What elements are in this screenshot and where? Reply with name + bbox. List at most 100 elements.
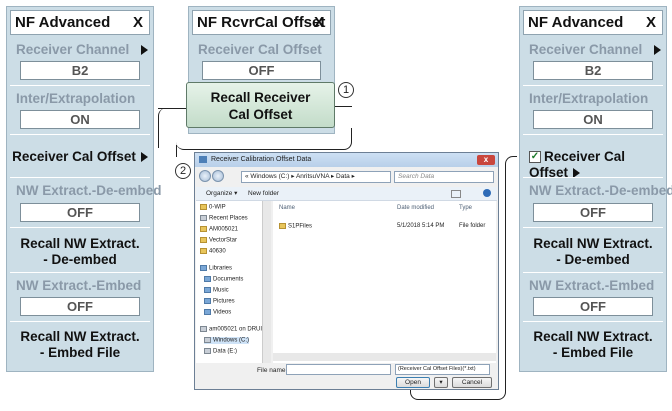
recall-receiver-line2: Cal Offset [228, 107, 293, 122]
left-inter-extrapolation-label[interactable]: Inter/Extrapolation [10, 91, 150, 106]
nav-item-videos[interactable]: Videos [204, 309, 231, 316]
back-button[interactable] [199, 170, 211, 182]
left-panel-close-button[interactable]: X [133, 11, 143, 34]
left-recall-deembed-button[interactable]: Recall NW Extract. - De-embed [10, 236, 150, 268]
nav-item-label: am005021 on DRUI [209, 326, 263, 333]
nav-item-pictures[interactable]: Pictures [204, 298, 235, 305]
middle-panel-title-text: NF RcvrCal Offset [197, 14, 326, 31]
dialog-app-icon [199, 156, 207, 163]
right-receiver-cal-offset-checkbox-icon[interactable]: ✓ [529, 151, 541, 164]
right-recall-deembed-button[interactable]: Recall NW Extract. - De-embed [523, 236, 663, 268]
open-button[interactable]: Open [396, 377, 430, 388]
col-name-header[interactable]: Name [279, 205, 295, 211]
separator [10, 134, 150, 135]
nav-scrollbar[interactable] [263, 201, 271, 363]
right-nw-embed-label[interactable]: NW Extract.-Embed [523, 278, 663, 293]
left-recall-deembed-line1: Recall NW Extract. [20, 236, 140, 251]
left-recall-embed-line1: Recall NW Extract. [20, 329, 140, 344]
recall-receiver-line1: Recall Receiver [210, 90, 311, 105]
nav-item-network-drive[interactable]: am005021 on DRUI [200, 326, 262, 333]
nav-item-label: Documents [213, 276, 244, 283]
nav-item-music[interactable]: Music [204, 287, 229, 294]
left-receiver-cal-offset-button[interactable]: Receiver Cal Offset [10, 149, 150, 165]
right-panel-title-text: NF Advanced [528, 14, 624, 31]
receiver-calibration-offset-dialog: Receiver Calibration Offset Data x « Win… [194, 152, 499, 390]
nav-item-documents[interactable]: Documents [204, 276, 243, 283]
left-receiver-cal-offset-label: Receiver Cal Offset [12, 149, 136, 164]
right-nw-deembed-label[interactable]: NW Extract.-De-embed [523, 183, 672, 198]
callout-2: 2 [175, 163, 191, 179]
list-horizontal-scrollbar[interactable] [273, 353, 496, 361]
middle-panel-close-button[interactable]: X [314, 11, 324, 34]
right-recall-embed-button[interactable]: Recall NW Extract. - Embed File [523, 329, 663, 361]
dialog-title: Receiver Calibration Offset Data x [195, 153, 498, 167]
recent-places-icon [200, 215, 207, 221]
nav-item-windows-c[interactable]: Windows (C:) [204, 337, 250, 344]
separator [10, 177, 150, 178]
right-receiver-channel-arrow-icon [654, 45, 662, 56]
nav-item-am005021[interactable]: AM005021 [200, 226, 238, 233]
help-icon[interactable] [483, 189, 491, 197]
separator [10, 227, 150, 228]
open-button-label: Open [405, 379, 421, 386]
separator [10, 321, 150, 322]
nav-item-data-e[interactable]: Data (E:) [204, 348, 237, 355]
nav-item-libraries[interactable]: Libraries [200, 265, 232, 272]
connector-right-vertical [505, 156, 517, 376]
file-name-input[interactable] [286, 364, 391, 375]
new-folder-button[interactable]: New folder [248, 187, 279, 200]
right-receiver-channel-button[interactable]: Receiver Channel [523, 42, 663, 57]
nav-item-0-wip[interactable]: 0-WIP [200, 204, 226, 211]
dialog-title-text: Receiver Calibration Offset Data [211, 156, 312, 163]
middle-offset-label[interactable]: Receiver Cal Offset [192, 42, 331, 57]
right-inter-extrapolation-value: ON [533, 110, 653, 129]
middle-offset-value: OFF [202, 61, 321, 80]
separator [523, 177, 663, 178]
file-name: S1PFiles [288, 223, 313, 230]
nav-item-label: 0-WIP [209, 204, 226, 211]
separator [523, 321, 663, 322]
file-list: Name Date modified Type S1PFiles 5/1/201… [273, 201, 496, 363]
left-nw-deembed-value: OFF [20, 203, 140, 222]
nav-item-label: Windows (C:) [213, 337, 250, 344]
address-bar[interactable]: « Windows (C:) ▸ AnritsuVNA ▸ Data ▸ [241, 171, 391, 183]
network-drive-icon [200, 326, 207, 332]
separator [10, 85, 150, 86]
file-type-select[interactable]: (Receiver Cal Offset Files)(*.txt) [395, 364, 490, 375]
forward-button[interactable] [212, 170, 224, 182]
left-inter-extrapolation-value: ON [20, 110, 140, 129]
nav-item-recent-places[interactable]: Recent Places [200, 215, 248, 222]
col-type-header[interactable]: Type [459, 205, 472, 211]
pictures-icon [204, 298, 211, 304]
search-input[interactable]: Search Data [394, 171, 494, 183]
right-inter-extrapolation-label[interactable]: Inter/Extrapolation [523, 91, 663, 106]
right-recall-embed-line2: - Embed File [552, 345, 634, 360]
cancel-button[interactable]: Cancel [452, 377, 492, 388]
left-receiver-channel-button[interactable]: Receiver Channel [10, 42, 150, 57]
right-panel-close-button[interactable]: X [646, 11, 656, 34]
file-name-label: File name: [257, 367, 288, 374]
left-nw-embed-label[interactable]: NW Extract.-Embed [10, 278, 150, 293]
file-row-s1pfiles[interactable]: S1PFiles [279, 223, 312, 230]
nav-item-vectorstar[interactable]: VectorStar [200, 237, 237, 244]
dialog-close-button[interactable]: x [477, 155, 495, 165]
connector-left-top [158, 108, 186, 109]
nav-item-label: Pictures [213, 298, 235, 305]
organize-button[interactable]: Organize ▾ [206, 187, 237, 200]
left-recall-embed-button[interactable]: Recall NW Extract. - Embed File [10, 329, 150, 361]
open-dropdown-chevron-down-icon[interactable]: ▾ [434, 377, 448, 388]
col-date-header[interactable]: Date modified [397, 205, 434, 211]
left-receiver-channel-value: B2 [20, 61, 140, 80]
left-panel-title-text: NF Advanced [15, 14, 111, 31]
recall-receiver-cal-offset-button[interactable]: Recall Receiver Cal Offset [186, 82, 335, 128]
libraries-icon [200, 265, 207, 271]
right-recall-embed-line1: Recall NW Extract. [533, 329, 653, 344]
nav-item-label: AM005021 [209, 226, 239, 233]
right-panel-title: NF Advanced X [523, 10, 663, 35]
separator [523, 134, 663, 135]
right-recall-deembed-line1: Recall NW Extract. [533, 236, 653, 251]
left-receiver-cal-offset-arrow-icon [140, 152, 148, 163]
nav-item-40630[interactable]: 40630 [200, 248, 226, 255]
view-icon[interactable] [451, 190, 461, 198]
left-nw-deembed-label[interactable]: NW Extract.-De-embed [10, 183, 162, 198]
